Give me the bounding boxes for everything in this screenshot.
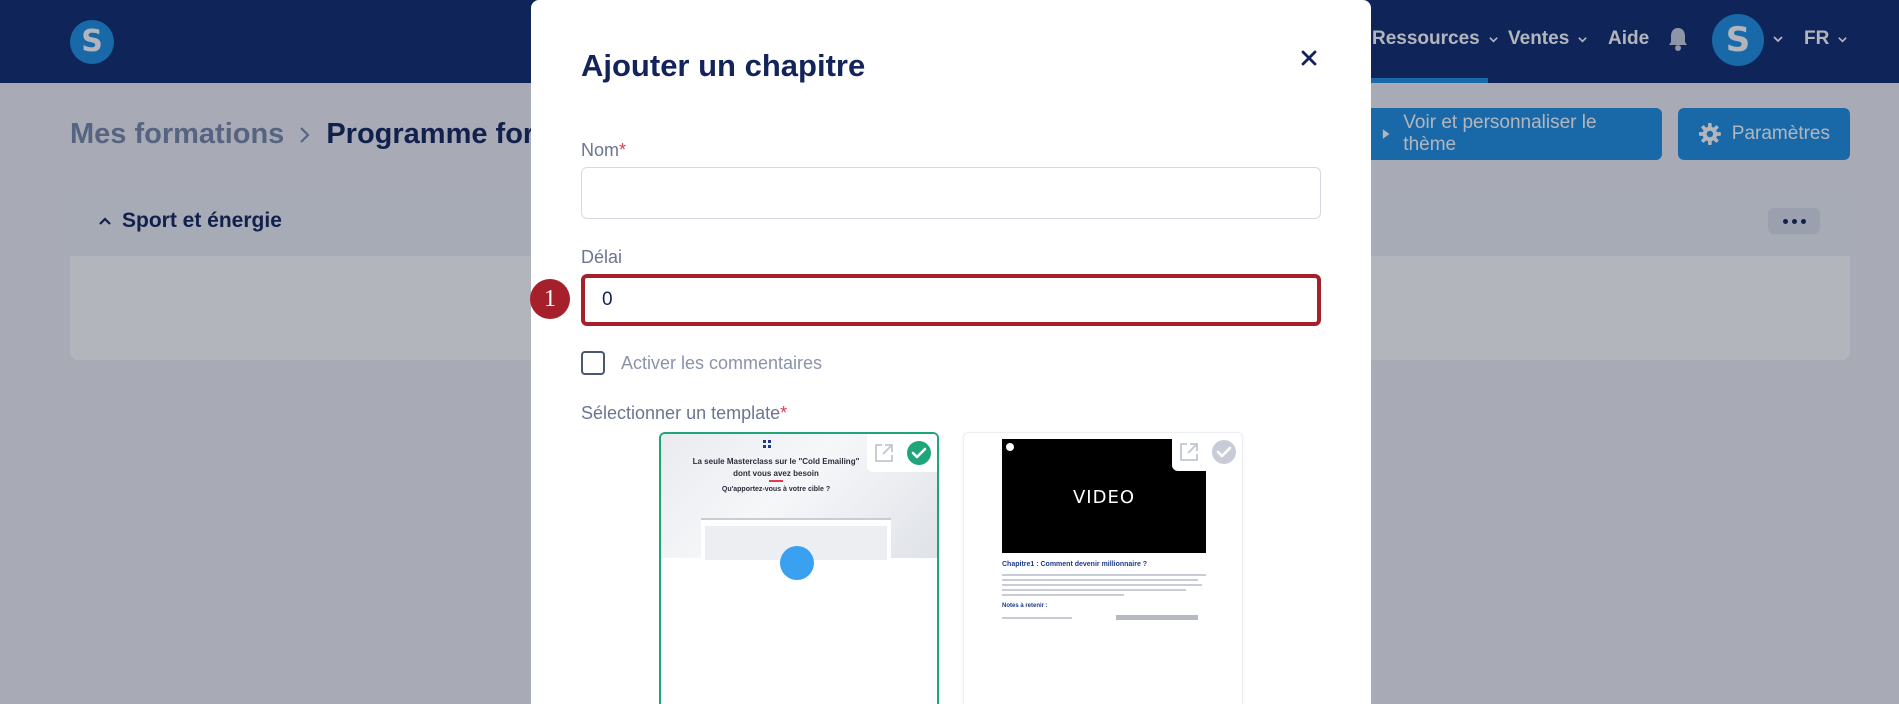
template-subheading: Notes à retenir : — [1002, 603, 1048, 609]
template-accent-line — [769, 480, 783, 482]
close-icon[interactable] — [1299, 48, 1319, 68]
check-circle-icon — [906, 441, 931, 465]
name-input[interactable] — [581, 167, 1321, 219]
template-tools — [867, 434, 937, 472]
check-circle-icon — [1211, 440, 1236, 464]
delay-label: Délai — [581, 247, 623, 267]
name-label-text: Nom — [581, 140, 620, 160]
external-link-icon[interactable] — [1178, 441, 1200, 463]
template-hero-text: La seule Masterclass sur le "Cold Emaili… — [692, 457, 860, 478]
template-card-masterclass[interactable]: La seule Masterclass sur le "Cold Emaili… — [659, 432, 939, 704]
template-hero-subtext: Qu'apportez-vous à votre cible ? — [721, 486, 831, 493]
template-label-text: Sélectionner un template — [581, 403, 781, 423]
brand-logo-icon — [1006, 443, 1014, 451]
template-tools — [1172, 433, 1242, 471]
grid-icon — [763, 440, 771, 448]
template-label: Sélectionner un template* — [581, 403, 787, 424]
template-video-area — [705, 526, 887, 580]
video-placeholder-text: VIDEO — [1072, 487, 1136, 508]
template-text-line — [1002, 617, 1072, 619]
template-text-lines — [1002, 574, 1206, 599]
delay-input[interactable]: 0 — [581, 274, 1321, 326]
add-chapter-modal: Ajouter un chapitre Nom* Délai 0 Activer… — [531, 0, 1371, 704]
template-video-frame — [701, 518, 891, 580]
comments-label[interactable]: Activer les commentaires — [621, 353, 822, 374]
required-marker: * — [780, 403, 788, 423]
name-label: Nom* — [581, 140, 626, 161]
template-card-video[interactable]: VIDEO Chapitre1 : Comment devenir millio… — [963, 432, 1243, 704]
modal-title: Ajouter un chapitre — [581, 48, 866, 83]
comments-checkbox[interactable] — [581, 351, 605, 375]
template-heading: Chapitre1 : Comment devenir millionnaire… — [1002, 561, 1148, 568]
play-icon — [780, 546, 814, 580]
external-link-icon[interactable] — [873, 442, 895, 464]
template-image-strip — [1116, 615, 1198, 620]
step-number-badge: 1 — [530, 279, 570, 319]
required-marker: * — [619, 140, 627, 160]
